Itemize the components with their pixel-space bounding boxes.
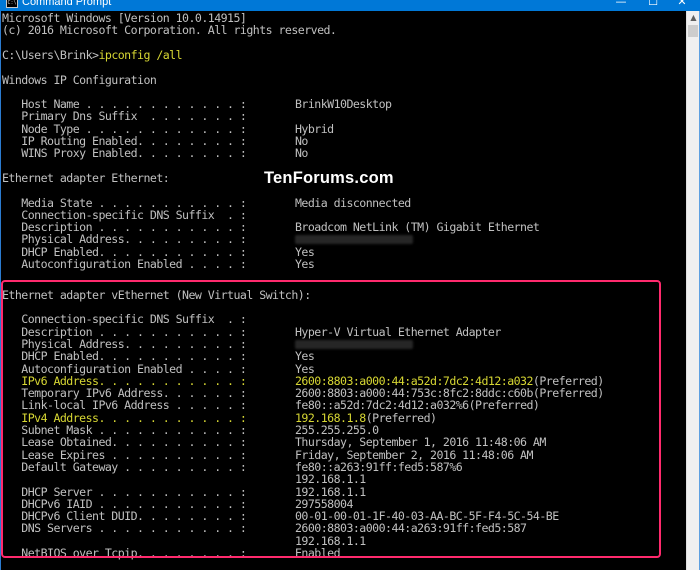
field-label: Autoconfiguration Enabled . . . . : [2,257,247,271]
watermark: TenForums.com [264,169,394,187]
field-value-text: No [295,146,308,161]
close-button[interactable]: ✕ [667,0,697,9]
prompt-path: C:\Users\Brink> [2,47,99,62]
highlight-box [1,280,661,558]
ethernet-row: Media State . . . . . . . . . . . : Media… [2,195,682,210]
field-label: Physical Address. . . . . . . . . : [2,232,247,247]
ethernet-row: Physical Address. . . . . . . . . : [2,232,682,247]
scroll-thumb[interactable] [688,25,698,37]
console-prompt-line: C:\Users\Brink>ipconfig /all [2,47,183,62]
field-value-text: Yes [295,257,315,271]
typed-command: ipconfig /all [98,47,183,62]
field-label: WINS Proxy Enabled. . . . . . . . : [2,146,247,161]
cmd-icon: C:\ [6,0,18,8]
title-bar[interactable]: C:\ Command Prompt — ☐ ✕ [0,0,700,11]
window-title: Command Prompt [22,0,112,8]
windows-ip-row: Primary Dns Suffix . . . . . . . : [2,109,682,124]
field-label: Primary Dns Suffix . . . . . . . : [2,109,247,124]
field-value: Broadcom NetLink (TM) Gigabit Ethernet [295,220,540,235]
field-label: Media State . . . . . . . . . . . : [2,195,247,210]
maximize-button[interactable]: ☐ [638,0,668,9]
field-value-text: Broadcom NetLink (TM) Gigabit Ethernet [295,220,540,235]
vertical-scrollbar[interactable]: ▲ [686,11,700,570]
console-line-copyright: (c) 2016 Microsoft Corporation. All righ… [2,23,337,38]
field-value: Media disconnected [295,195,411,210]
adapter-title-ethernet: Ethernet adapter Ethernet: [2,170,170,185]
field-value-text: Media disconnected [295,195,411,210]
minimize-button[interactable]: — [606,0,636,9]
ethernet-row: Autoconfiguration Enabled . . . . : Yes [2,257,682,271]
windows-ip-row: WINS Proxy Enabled. . . . . . . . : No [2,146,682,161]
field-value: No [295,147,308,159]
section-title-windows-ip: Windows IP Configuration [2,72,157,87]
field-value: BrinkW10Desktop [295,97,392,112]
field-value: Yes [295,257,315,271]
field-value-text: BrinkW10Desktop [295,97,392,112]
redacted-value [295,235,413,245]
